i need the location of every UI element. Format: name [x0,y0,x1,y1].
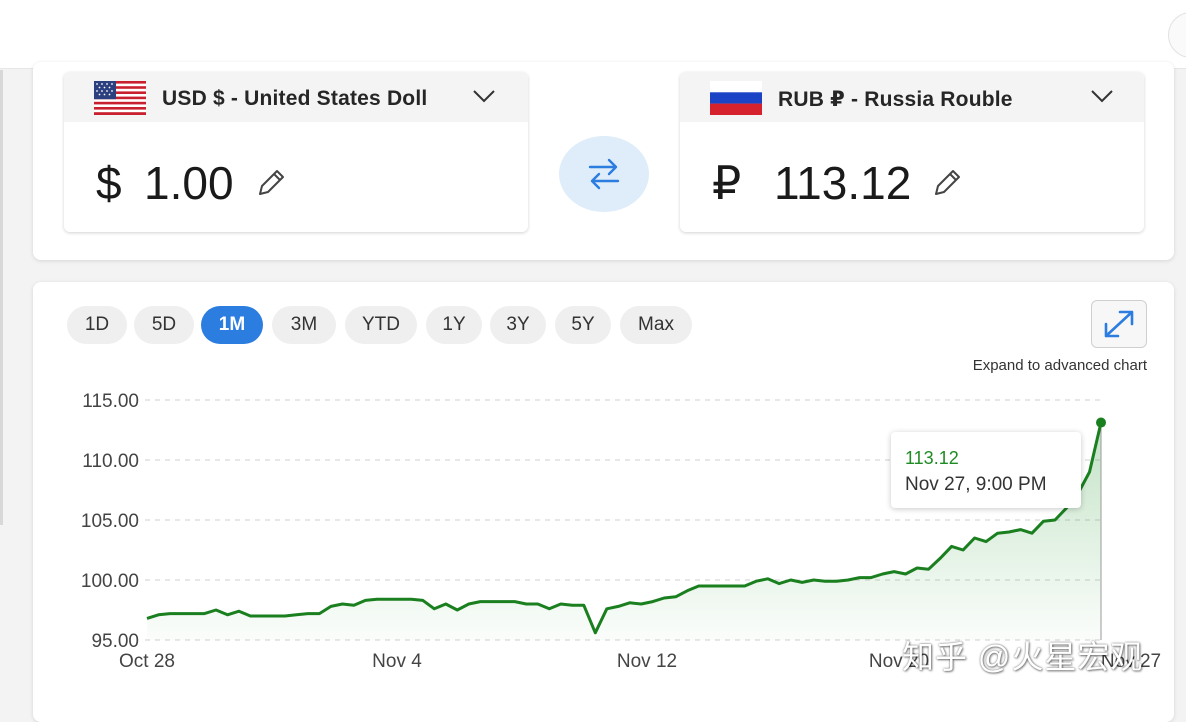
from-currency-label: USD $ - United States Doll [162,87,428,110]
y-tick-label: 115.00 [82,391,139,412]
current-value-point [1096,417,1106,428]
chevron-down-icon[interactable] [472,88,496,104]
to-currency-box: RUB ₽ - Russia Rouble ₽ 113.12 [680,72,1144,232]
pencil-edit-icon[interactable] [254,166,288,200]
currency-converter-card: USD $ - United States Doll $ 1.00 RUB ₽ … [33,62,1174,260]
from-amount-row: $ 1.00 [64,122,528,232]
pencil-edit-icon[interactable] [930,166,964,200]
y-tick-label: 105.00 [81,511,139,532]
y-tick-label: 100.00 [81,571,139,592]
y-tick-label: 110.00 [82,451,139,472]
from-currency-symbol: $ [96,157,122,209]
swap-arrows-icon [588,158,620,190]
y-tick-label: 95.00 [91,631,139,652]
x-tick-label: Nov 12 [617,651,677,672]
swap-currencies-button[interactable] [559,136,649,212]
to-amount-row: ₽ 113.12 [680,122,1144,232]
chart-tooltip: 113.12 Nov 27, 9:00 PM [891,432,1081,508]
x-tick-label: Nov 4 [372,651,422,672]
chevron-down-icon[interactable] [1090,88,1114,104]
from-currency-box: USD $ - United States Doll $ 1.00 [64,72,528,232]
tooltip-date: Nov 27, 9:00 PM [905,474,1047,495]
to-currency-select[interactable]: RUB ₽ - Russia Rouble [680,72,1144,122]
russia-flag-icon [710,81,762,115]
to-currency-label: RUB ₽ - Russia Rouble [778,88,1013,111]
top-bar [0,0,1186,69]
x-tick-label: Oct 28 [119,651,175,672]
profile-button[interactable] [1168,12,1186,58]
watermark: 知乎 @火星宏观 [902,639,1144,675]
us-flag-icon [94,81,146,115]
from-amount-value[interactable]: 1.00 [144,156,234,210]
left-rail-divider [0,70,3,525]
to-currency-symbol: ₽ [712,157,742,209]
from-currency-select[interactable]: USD $ - United States Doll [64,72,528,122]
to-amount-value[interactable]: 113.12 [774,156,911,210]
tooltip-value: 113.12 [905,448,959,468]
